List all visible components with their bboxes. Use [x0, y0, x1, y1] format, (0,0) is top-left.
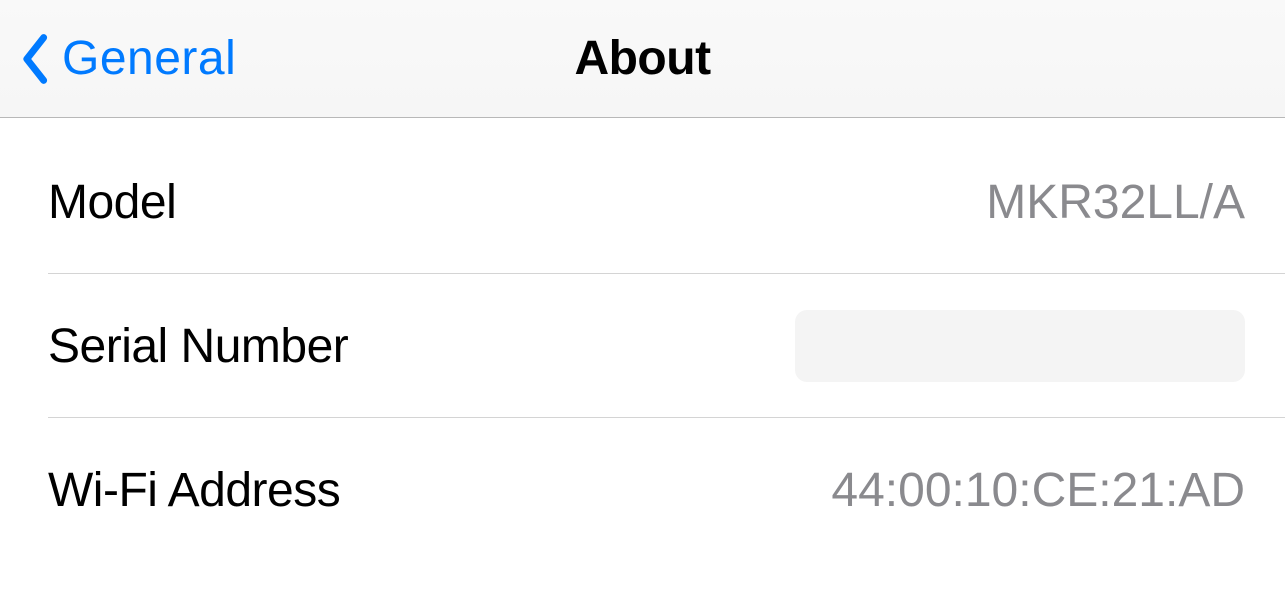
row-value: 44:00:10:CE:21:AD: [831, 463, 1245, 518]
page-title: About: [574, 31, 710, 86]
back-button[interactable]: General: [20, 31, 236, 86]
row-serial-number[interactable]: Serial Number: [0, 274, 1285, 418]
about-list: Model MKR32LL/A Serial Number Wi-Fi Addr…: [0, 118, 1285, 562]
row-model[interactable]: Model MKR32LL/A: [0, 130, 1285, 274]
row-label: Wi-Fi Address: [48, 463, 340, 518]
navigation-bar: General About: [0, 0, 1285, 118]
row-label: Model: [48, 175, 176, 230]
row-label: Serial Number: [48, 319, 348, 374]
row-value: MKR32LL/A: [986, 175, 1245, 230]
row-wifi-address[interactable]: Wi-Fi Address 44:00:10:CE:21:AD: [0, 418, 1285, 562]
redacted-value: [795, 310, 1245, 382]
chevron-left-icon: [20, 33, 52, 85]
back-label: General: [62, 31, 236, 86]
